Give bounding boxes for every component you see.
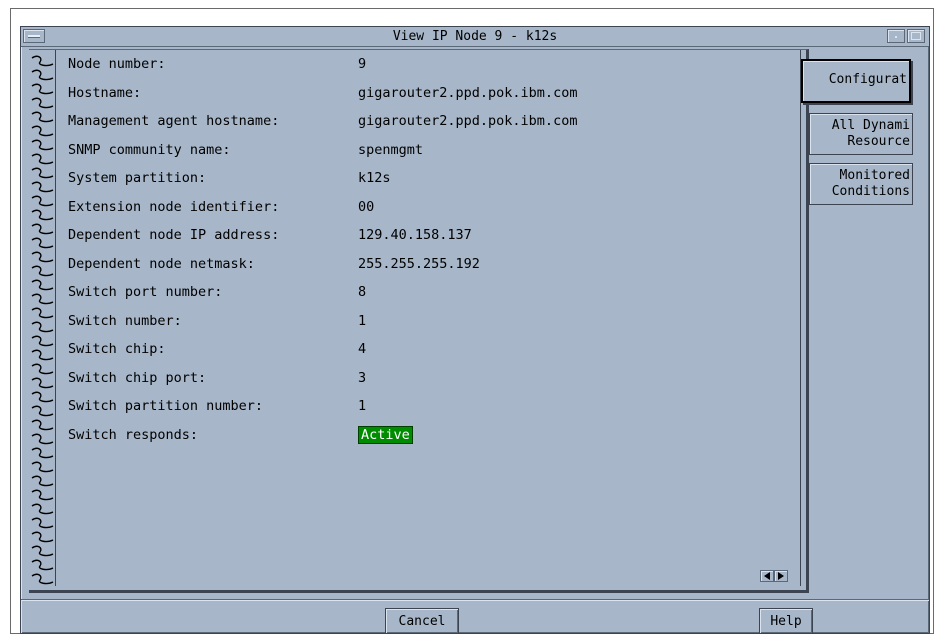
field-label: System partition: [68, 170, 207, 186]
field-label: Dependent node netmask: [68, 255, 255, 272]
tab-label: Monitored [839, 168, 910, 183]
field-label: Switch number: [68, 312, 182, 329]
tab-label-line2: Conditions [831, 184, 910, 199]
field-value: 1 [358, 398, 367, 414]
field-label: SNMP community name: [68, 141, 231, 158]
tab-label-line2: Resource [847, 134, 910, 149]
field-value: 255.255.255.192 [358, 255, 480, 272]
field-label: Hostname: [68, 84, 142, 101]
field-label: Switch port number: [68, 284, 223, 300]
tab-label: All Dynami [831, 118, 910, 133]
window-title: View IP Node 9 - k12s [392, 29, 558, 44]
field-value: gigarouter2.ppd.pok.ibm.com [358, 113, 578, 129]
field-value: 00 [358, 198, 375, 215]
tab-all-dynamic-resources[interactable]: All Dynami Resource [809, 113, 913, 155]
field-value: 9 [358, 56, 367, 72]
field-value: 1 [358, 312, 367, 329]
triangle-left-icon[interactable] [760, 570, 774, 582]
help-button[interactable]: Help [759, 608, 813, 634]
field-label: Switch chip: [68, 341, 166, 357]
button-bar: Cancel Help [21, 599, 929, 634]
notebook-page: Node number: 9 Hostname: gigarouter2.ppd… [55, 50, 801, 586]
switch-status-active: Active [358, 425, 413, 444]
maximize-icon[interactable] [907, 29, 925, 43]
field-label: Management agent hostname: [68, 113, 280, 129]
dialog-window: View IP Node 9 - k12s Node number: 9 Hos… [20, 26, 930, 634]
field-label: Node number: [68, 56, 166, 72]
tab-monitored-conditions[interactable]: Monitored Conditions [809, 163, 913, 205]
field-value: 8 [358, 284, 367, 300]
field-label: Switch responds: [68, 426, 199, 443]
triangle-right-icon[interactable] [774, 570, 788, 582]
field-label: Switch partition number: [68, 398, 264, 414]
tab-configuration[interactable]: Configurat [801, 59, 911, 103]
status-badge: Active [358, 425, 413, 444]
field-value: 129.40.158.137 [358, 227, 472, 243]
tab-label: Configurat [828, 72, 907, 87]
notebook-panel: Node number: 9 Hostname: gigarouter2.ppd… [29, 49, 809, 593]
title-bar[interactable]: View IP Node 9 - k12s [21, 27, 929, 47]
field-value: spenmgmt [358, 141, 424, 158]
field-value: gigarouter2.ppd.pok.ibm.com [358, 84, 578, 101]
field-label: Switch chip port: [68, 369, 207, 386]
field-value: k12s [358, 170, 391, 186]
field-value: 4 [358, 341, 367, 357]
minimize-icon[interactable] [887, 29, 905, 43]
horizontal-scroll-buttons [760, 570, 790, 582]
field-value: 3 [358, 369, 367, 386]
spiral-binding-icon [31, 55, 54, 585]
field-label: Dependent node IP address: [68, 227, 280, 243]
field-label: Extension node identifier: [68, 198, 280, 215]
cancel-button[interactable]: Cancel [385, 608, 459, 634]
